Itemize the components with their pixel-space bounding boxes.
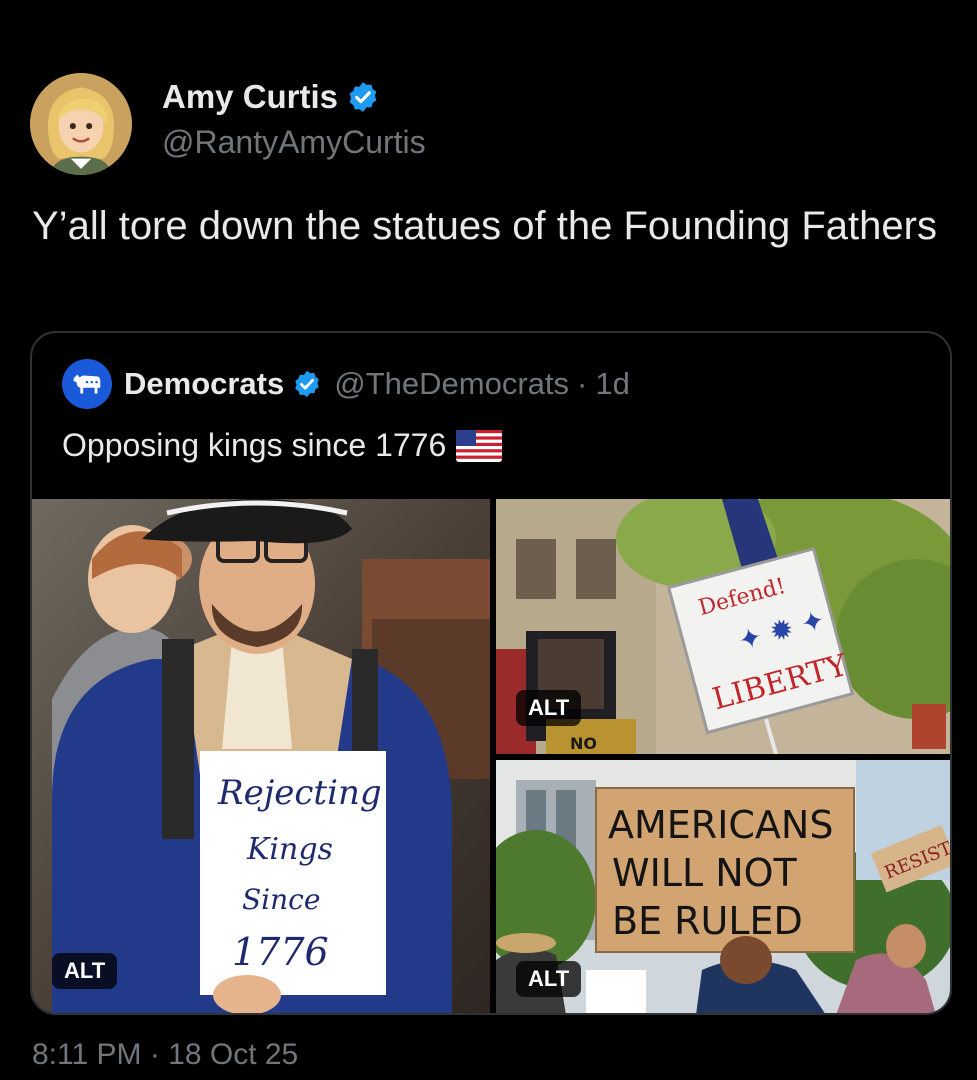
- media-photo-3[interactable]: AMERICANS WILL NOT BE RULED RESIST ALT: [496, 760, 950, 1013]
- quoted-tweet-text: Opposing kings since 1776: [62, 427, 503, 464]
- separator-dot: ·: [577, 366, 588, 401]
- author-avatar[interactable]: [30, 73, 132, 175]
- cartoon-avatar-icon: [30, 73, 132, 175]
- alt-badge[interactable]: ALT: [516, 961, 582, 997]
- sign-text-line: Since: [242, 883, 320, 916]
- quoted-tweet-card[interactable]: Democrats @TheDemocrats · 1d Opposing ki…: [30, 331, 952, 1015]
- sign-text-line: Rejecting: [217, 773, 382, 813]
- sign-text-line: 1776: [232, 930, 329, 974]
- verified-badge-icon: [292, 369, 322, 399]
- sign-text-line: AMERICANS: [608, 803, 833, 847]
- quoted-tweet-header: Democrats @TheDemocrats · 1d: [62, 359, 630, 409]
- tweet-text: Y’all tore down the statues of the Found…: [32, 204, 937, 248]
- media-photo-1[interactable]: Rejecting Kings Since 1776 ALT: [32, 499, 490, 1013]
- verified-badge-icon: [346, 80, 380, 114]
- author-handle[interactable]: @RantyAmyCurtis: [162, 124, 426, 161]
- photo-colonial-protester: Rejecting Kings Since 1776: [32, 499, 490, 1013]
- media-grid: Rejecting Kings Since 1776 ALT Defend! ✦…: [32, 499, 950, 1013]
- sign-text-line: WILL NOT: [612, 851, 798, 895]
- alt-badge[interactable]: ALT: [52, 953, 118, 989]
- media-photo-2[interactable]: Defend! ✦ ✹ ✦ LIBERTY NO ALT: [496, 499, 950, 754]
- donkey-logo-icon[interactable]: [62, 359, 112, 409]
- quoted-tweet-age[interactable]: 1d: [595, 366, 629, 402]
- quoted-author-name[interactable]: Democrats: [124, 366, 284, 402]
- tweet-container: Amy Curtis @RantyAmyCurtis Y’all tore do…: [0, 0, 977, 1080]
- sign-text-line: Kings: [246, 832, 333, 867]
- us-flag-icon: [456, 429, 503, 462]
- quoted-tweet-text-content: Opposing kings since 1776: [62, 427, 447, 463]
- author-name[interactable]: Amy Curtis: [162, 78, 380, 116]
- sign-text-line: BE RULED: [612, 899, 803, 943]
- quoted-author-handle[interactable]: @TheDemocrats: [334, 366, 569, 402]
- tweet-timestamp[interactable]: 8:11 PM · 18 Oct 25: [32, 1038, 298, 1072]
- svg-text:NO: NO: [570, 734, 597, 753]
- alt-badge[interactable]: ALT: [516, 690, 582, 726]
- author-name-text[interactable]: Amy Curtis: [162, 78, 338, 116]
